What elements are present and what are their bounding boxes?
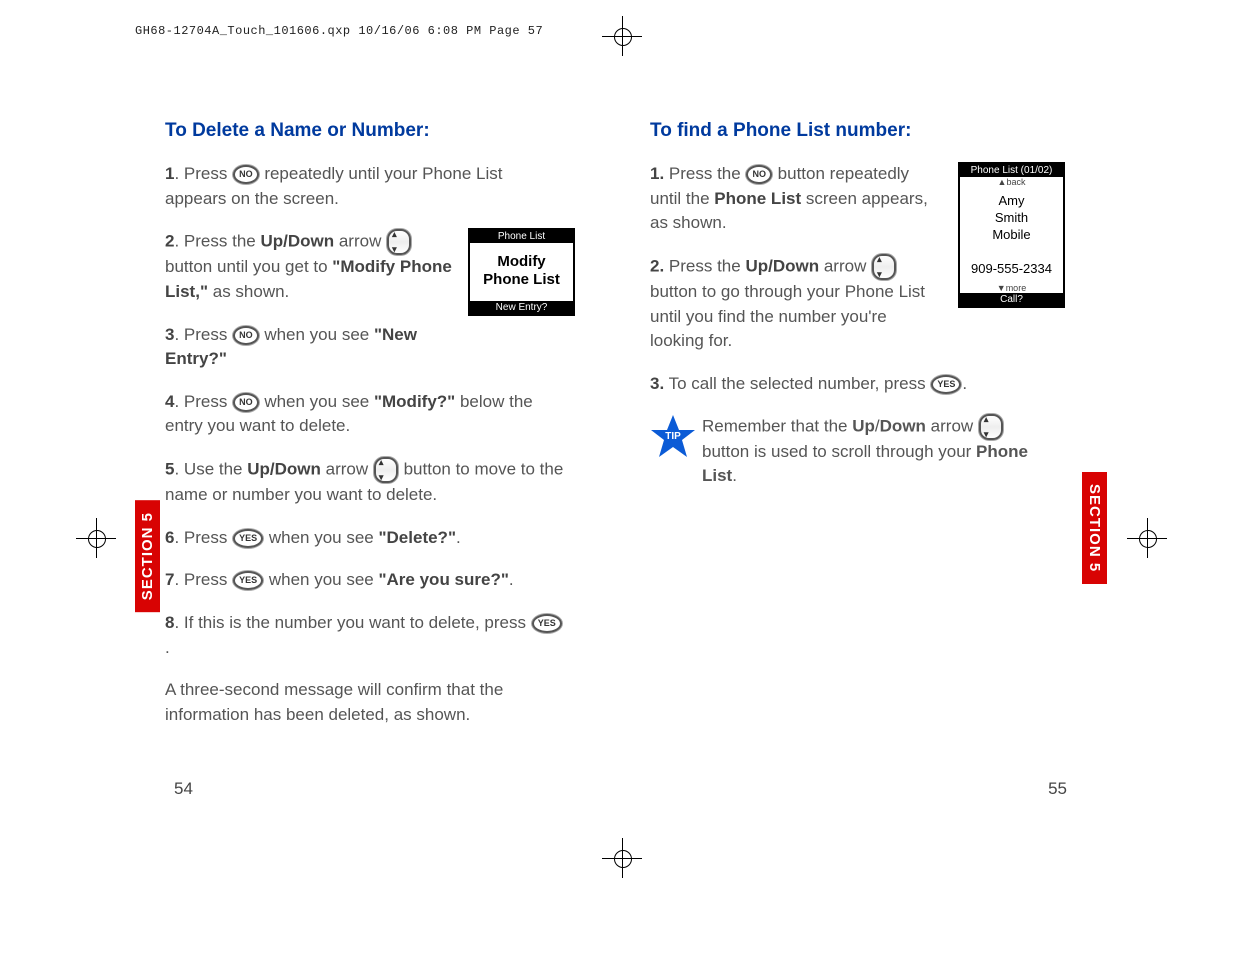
step-2-left: 2. Press the Up/Down arrow button until … xyxy=(165,229,455,304)
section-tab-right: SECTION 5 xyxy=(1082,472,1107,584)
step-6-left: 6. Press YES when you see "Delete?". xyxy=(165,526,565,551)
screen-bottom-bar: Call? xyxy=(960,293,1063,306)
tip-star-icon: TIP xyxy=(650,414,696,460)
screen-back: ▲back xyxy=(960,177,1063,187)
screen-body: Modify Phone List xyxy=(470,243,573,301)
step-7-left: 7. Press YES when you see "Are you sure?… xyxy=(165,568,565,593)
phone-screen-modify: Phone List Modify Phone List New Entry? xyxy=(468,228,575,316)
no-button-icon: NO xyxy=(233,165,259,184)
step-1-left: 1. Press NO repeatedly until your Phone … xyxy=(165,162,565,211)
no-button-icon: NO xyxy=(746,165,772,184)
no-button-icon: NO xyxy=(233,393,259,412)
updown-button-icon xyxy=(872,254,896,280)
step-1-right: 1. Press the NO button repeatedly until … xyxy=(650,162,940,236)
screen-more: ▼more xyxy=(960,283,1063,293)
page-number-right: 55 xyxy=(1048,779,1067,799)
phone-screen-list: Phone List (01/02) ▲back Amy Smith Mobil… xyxy=(958,162,1065,308)
screen-top-bar: Phone List (01/02) xyxy=(960,164,1063,177)
screen-body: Amy Smith Mobile 909-555-2334 xyxy=(960,187,1063,283)
step-4-left: 4. Press NO when you see "Modify?" below… xyxy=(165,390,565,439)
registration-mark-left xyxy=(76,518,116,558)
registration-mark-top xyxy=(602,16,642,56)
updown-button-icon xyxy=(374,457,398,483)
screen-bottom-bar: New Entry? xyxy=(470,301,573,314)
registration-mark-right xyxy=(1127,518,1167,558)
yes-button-icon: YES xyxy=(233,529,263,548)
step-5-left: 5. Use the Up/Down arrow button to move … xyxy=(165,457,565,508)
no-button-icon: NO xyxy=(233,326,259,345)
tip-text: Remember that the Up/Down arrow button i… xyxy=(702,414,1050,488)
heading-find: To find a Phone List number: xyxy=(650,120,1050,142)
section-tab-left: SECTION 5 xyxy=(135,500,160,612)
heading-delete: To Delete a Name or Number: xyxy=(165,120,565,142)
screen-top-bar: Phone List xyxy=(470,230,573,243)
yes-button-icon: YES xyxy=(931,375,961,394)
page-spread: To Delete a Name or Number: 1. Press NO … xyxy=(165,120,1080,746)
header-slug: GH68-12704A_Touch_101606.qxp 10/16/06 6:… xyxy=(135,24,543,38)
step-3-right: 3. To call the selected number, press YE… xyxy=(650,372,1050,397)
registration-mark-bottom xyxy=(602,838,642,878)
right-column: To find a Phone List number: 1. Press th… xyxy=(650,120,1050,746)
yes-button-icon: YES xyxy=(532,614,562,633)
page-number-left: 54 xyxy=(174,779,193,799)
closing-note: A three-second message will confirm that… xyxy=(165,678,565,727)
updown-button-icon xyxy=(387,229,411,255)
updown-button-icon xyxy=(979,414,1003,440)
yes-button-icon: YES xyxy=(233,571,263,590)
left-column: To Delete a Name or Number: 1. Press NO … xyxy=(165,120,565,746)
tip-block: TIP Remember that the Up/Down arrow butt… xyxy=(650,414,1050,488)
step-8-left: 8. If this is the number you want to del… xyxy=(165,611,565,660)
step-3-left: 3. Press NO when you see "New Entry?" xyxy=(165,323,455,372)
step-2-right: 2. Press the Up/Down arrow button to go … xyxy=(650,254,940,354)
